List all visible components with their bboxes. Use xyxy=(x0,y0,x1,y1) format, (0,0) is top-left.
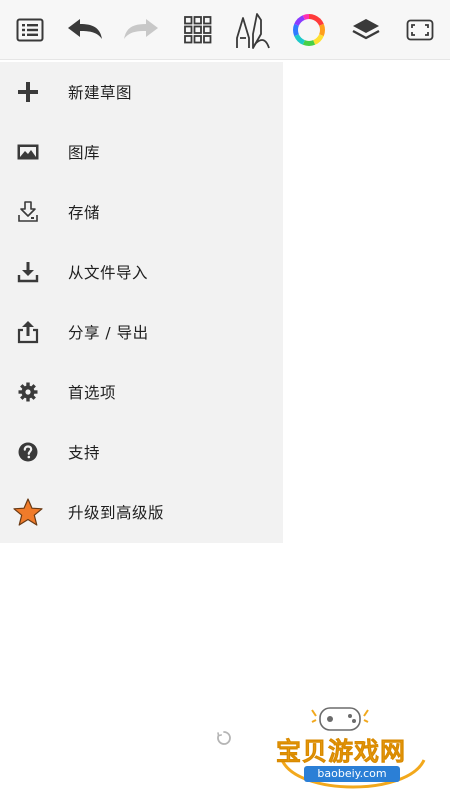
fullscreen-icon xyxy=(406,19,434,41)
drawing-canvas[interactable] xyxy=(283,62,450,543)
undo-button[interactable] xyxy=(63,8,107,52)
plus-icon xyxy=(12,77,44,107)
watermark: 宝贝游戏网 baobeiy.com xyxy=(268,700,438,796)
color-wheel-icon xyxy=(293,14,325,46)
menu-item-label: 新建草图 xyxy=(68,84,133,102)
main-menu: 新建草图 图库 存储 从文件导入 分享 / 导出 首选项 支持 升级到高级版 xyxy=(0,62,283,543)
menu-item-label: 支持 xyxy=(68,444,101,462)
menu-item-label: 图库 xyxy=(68,144,101,162)
gear-icon xyxy=(12,377,44,407)
watermark-url: baobeiy.com xyxy=(304,766,400,782)
redo-button[interactable] xyxy=(119,8,163,52)
toolbar xyxy=(0,0,450,60)
layers-button[interactable] xyxy=(344,8,388,52)
list-menu-button[interactable] xyxy=(8,8,52,52)
fullscreen-button[interactable] xyxy=(398,8,442,52)
undo-icon xyxy=(68,19,102,39)
menu-item-label: 分享 / 导出 xyxy=(68,324,149,342)
help-icon xyxy=(12,437,44,467)
menu-item-new-sketch[interactable]: 新建草图 xyxy=(0,62,283,122)
loading-spinner-icon xyxy=(217,731,231,745)
grid-button[interactable] xyxy=(176,8,220,52)
menu-item-import-file[interactable]: 从文件导入 xyxy=(0,242,283,302)
list-menu-icon xyxy=(16,18,44,42)
menu-item-save[interactable]: 存储 xyxy=(0,182,283,242)
color-picker-button[interactable] xyxy=(287,8,331,52)
menu-item-upgrade-premium[interactable]: 升级到高级版 xyxy=(0,482,283,542)
layers-icon xyxy=(352,19,380,40)
save-icon xyxy=(12,197,44,227)
gallery-icon xyxy=(12,137,44,167)
share-icon xyxy=(12,317,44,347)
menu-item-support[interactable]: 支持 xyxy=(0,422,283,482)
brush-tools-icon xyxy=(236,13,270,49)
import-icon xyxy=(12,257,44,287)
menu-item-label: 从文件导入 xyxy=(68,264,149,282)
watermark-title: 宝贝游戏网 xyxy=(276,737,407,767)
redo-icon xyxy=(124,19,158,39)
menu-item-label: 存储 xyxy=(68,204,101,222)
menu-item-preferences[interactable]: 首选项 xyxy=(0,362,283,422)
grid-icon xyxy=(184,16,212,44)
menu-item-label: 升级到高级版 xyxy=(68,504,165,522)
brush-tools-button[interactable] xyxy=(231,8,275,52)
menu-item-label: 首选项 xyxy=(68,384,117,402)
menu-item-gallery[interactable]: 图库 xyxy=(0,122,283,182)
star-icon xyxy=(12,497,44,527)
menu-item-share-export[interactable]: 分享 / 导出 xyxy=(0,302,283,362)
